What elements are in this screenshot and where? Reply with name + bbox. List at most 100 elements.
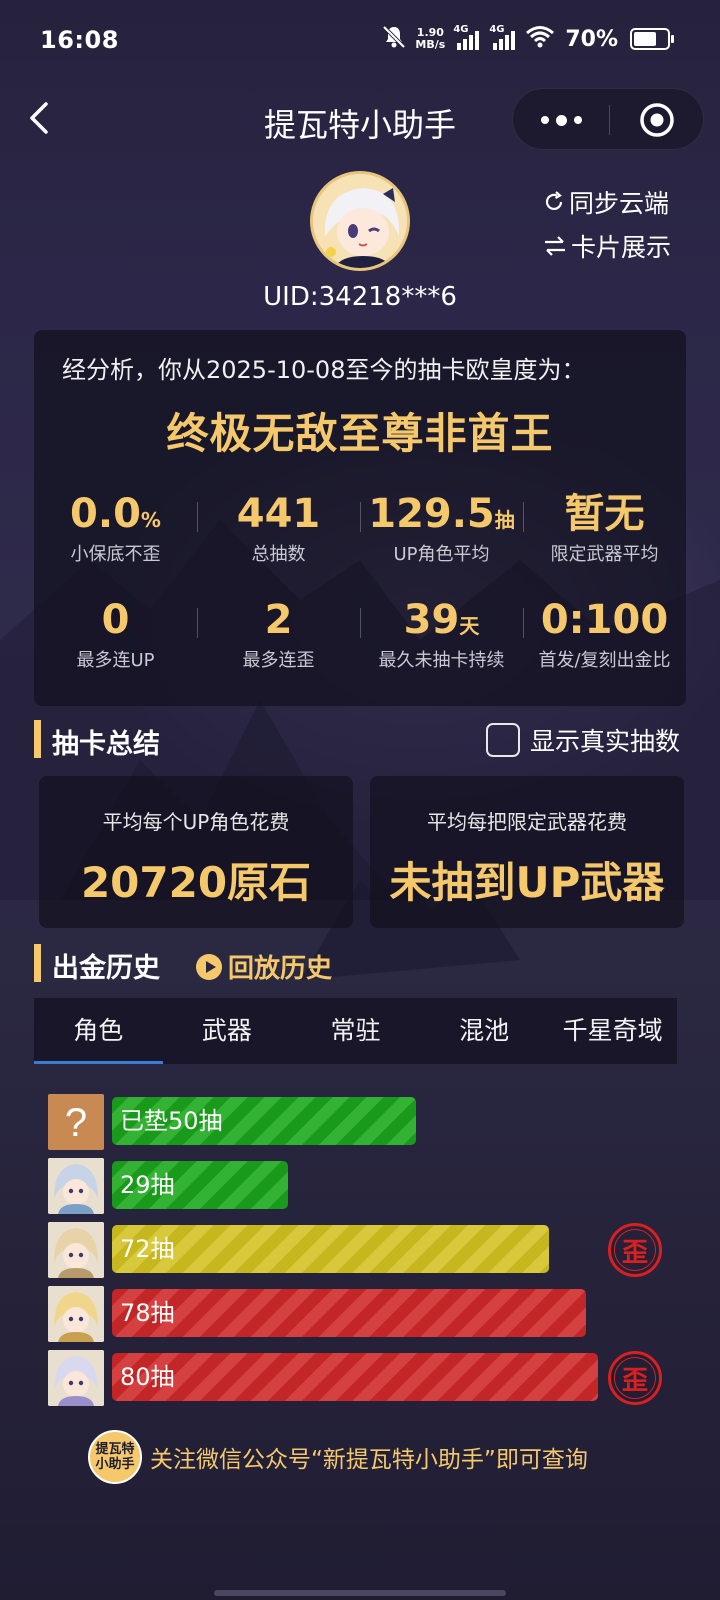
summary-section-title: 抽卡总结	[52, 729, 160, 760]
card-display-link[interactable]: 卡片展示	[543, 228, 671, 264]
mute-icon	[381, 24, 407, 54]
sync-cloud-label: 同步云端	[569, 189, 670, 218]
miniprogram-capsule	[512, 88, 704, 150]
history-row[interactable]: 72抽 歪	[48, 1222, 678, 1278]
pull-count-label: 已垫50抽	[120, 1107, 223, 1135]
pull-count-bar: 78抽	[112, 1289, 586, 1337]
stat-item: 441 总抽数	[197, 488, 360, 594]
summary-card-label: 平均每把限定武器花费	[427, 810, 627, 834]
avatar[interactable]	[310, 171, 410, 271]
card-display-label: 卡片展示	[571, 233, 672, 262]
luck-rank-title: 终极无敌至尊非酋王	[166, 409, 554, 458]
footer-text: 关注微信公众号“新提瓦特小助手”即可查询	[150, 1447, 588, 1473]
pull-count-label: 72抽	[120, 1235, 175, 1263]
network-type-1: 4G	[453, 24, 469, 35]
replay-history-label: 回放历史	[228, 954, 333, 984]
history-row[interactable]: 78抽	[48, 1286, 678, 1342]
show-real-pulls-toggle[interactable]: 显示真实抽数	[486, 722, 680, 758]
signal-icon: 4G	[453, 24, 481, 52]
lost-5050-stamp-icon: 歪	[608, 1223, 662, 1277]
battery-icon	[630, 28, 674, 50]
pull-count-label: 80抽	[120, 1363, 175, 1391]
history-row[interactable]: ? 已垫50抽	[48, 1094, 678, 1150]
summary-card-value: 20720原石	[80, 858, 312, 907]
pull-count-bar: 72抽	[112, 1225, 549, 1273]
app-logo: 提瓦特小助手	[88, 1430, 142, 1484]
character-portrait-icon	[48, 1222, 104, 1278]
history-tabs: 角色 武器 常驻 混池 千星奇域	[34, 998, 677, 1064]
pull-count-label: 78抽	[120, 1299, 175, 1327]
avatar-character-icon	[313, 174, 407, 268]
stat-label: UP角色平均	[393, 544, 490, 565]
close-miniprogram-button[interactable]	[609, 89, 705, 151]
stat-item: 0:100 首发/复刻出金比	[523, 594, 686, 700]
svg-text:?: ?	[65, 1101, 87, 1145]
network-speed: 1.90 MB/s	[415, 27, 445, 51]
more-dot-icon	[555, 114, 567, 126]
unknown-character-icon: ?	[48, 1094, 104, 1150]
history-row[interactable]: 80抽 歪	[48, 1350, 678, 1406]
analysis-panel: 经分析，你从2025-10-08至今的抽卡欧皇度为： 终极无敌至尊非酋王 0.0…	[34, 330, 686, 706]
network-type-2: 4G	[489, 24, 505, 35]
stat-label: 首发/复刻出金比	[538, 650, 671, 671]
history-row[interactable]: 29抽	[48, 1158, 678, 1214]
stats-row: 0.0% 小保底不歪 441 总抽数 129.5抽 UP角色平均 暂无限定武器平均	[34, 488, 686, 594]
pull-count-bar: 80抽	[112, 1353, 598, 1401]
stat-label: 限定武器平均	[550, 544, 659, 565]
footer: 提瓦特小助手 关注微信公众号“新提瓦特小助手”即可查询	[88, 1430, 588, 1484]
stat-label: 最久未抽卡持续	[378, 650, 505, 671]
replay-history-button[interactable]: 回放历史	[196, 948, 332, 985]
summary-card-label: 平均每个UP角色花费	[102, 810, 290, 834]
stat-item: 39天最久未抽卡持续	[360, 594, 523, 700]
lost-5050-stamp-icon: 歪	[608, 1351, 662, 1405]
signal-icon-2: 4G	[489, 24, 517, 52]
tab-character[interactable]: 角色	[34, 998, 163, 1064]
play-icon	[196, 953, 222, 980]
status-time: 16:08	[40, 26, 119, 54]
character-portrait-icon	[48, 1350, 104, 1406]
sync-cloud-link[interactable]: 同步云端	[543, 184, 669, 220]
stat-unit: 抽	[494, 508, 515, 532]
speed-unit: MB/s	[415, 38, 446, 51]
tab-qianxing[interactable]: 千星奇域	[548, 998, 677, 1064]
stat-item: 129.5抽 UP角色平均	[360, 488, 523, 594]
stat-label: 最多连UP	[76, 650, 155, 671]
summary-card-value: 未抽到UP武器	[389, 858, 665, 907]
stat-value: 暂无	[564, 491, 645, 537]
refresh-icon	[545, 191, 563, 211]
summary-card-character: 平均每个UP角色花费 20720原石	[39, 776, 353, 928]
stat-value: 0	[101, 597, 130, 643]
stats-row: 0 最多连UP 2 最多连歪 39天最久未抽卡持续 0:100 首发/复刻出金比	[34, 594, 686, 700]
stat-value: 441	[236, 491, 321, 537]
stat-item: 2 最多连歪	[197, 594, 360, 700]
home-indicator[interactable]	[214, 1590, 506, 1596]
section-accent-bar	[34, 720, 41, 758]
wifi-icon	[525, 24, 555, 54]
section-accent-bar	[34, 944, 41, 982]
status-bar: 16:08 1.90 MB/s 4G 4G 70%	[0, 0, 720, 84]
pull-count-label: 29抽	[120, 1171, 175, 1199]
stat-item: 0 最多连UP	[34, 594, 197, 700]
stat-value: 39	[403, 597, 460, 643]
show-real-pulls-label: 显示真实抽数	[530, 727, 681, 756]
stat-label: 总抽数	[251, 544, 306, 565]
stats-grid: 0.0% 小保底不歪 441 总抽数 129.5抽 UP角色平均 暂无限定武器平均 0…	[34, 488, 686, 700]
stat-value: 2	[264, 597, 293, 643]
tab-standard[interactable]: 常驻	[291, 998, 420, 1064]
stat-value: 0.0	[70, 491, 141, 537]
analysis-intro: 经分析，你从2025-10-08至今的抽卡欧皇度为：	[62, 356, 586, 384]
show-real-pulls-checkbox[interactable]	[486, 723, 520, 757]
status-icons: 1.90 MB/s 4G 4G 70%	[381, 24, 674, 54]
stat-unit: 天	[459, 614, 480, 638]
tab-weapon[interactable]: 武器	[163, 998, 292, 1064]
character-portrait-icon	[48, 1158, 104, 1214]
history-section-title: 出金历史	[52, 953, 160, 984]
stat-item: 0.0% 小保底不歪	[34, 488, 197, 594]
tab-mixed[interactable]: 混池	[420, 998, 549, 1064]
stat-unit: %	[140, 508, 161, 532]
more-button[interactable]	[513, 89, 609, 151]
swap-icon	[545, 236, 565, 256]
stat-value: 0:100	[540, 597, 669, 643]
stat-label: 最多连歪	[242, 650, 315, 671]
character-portrait-icon	[48, 1286, 104, 1342]
